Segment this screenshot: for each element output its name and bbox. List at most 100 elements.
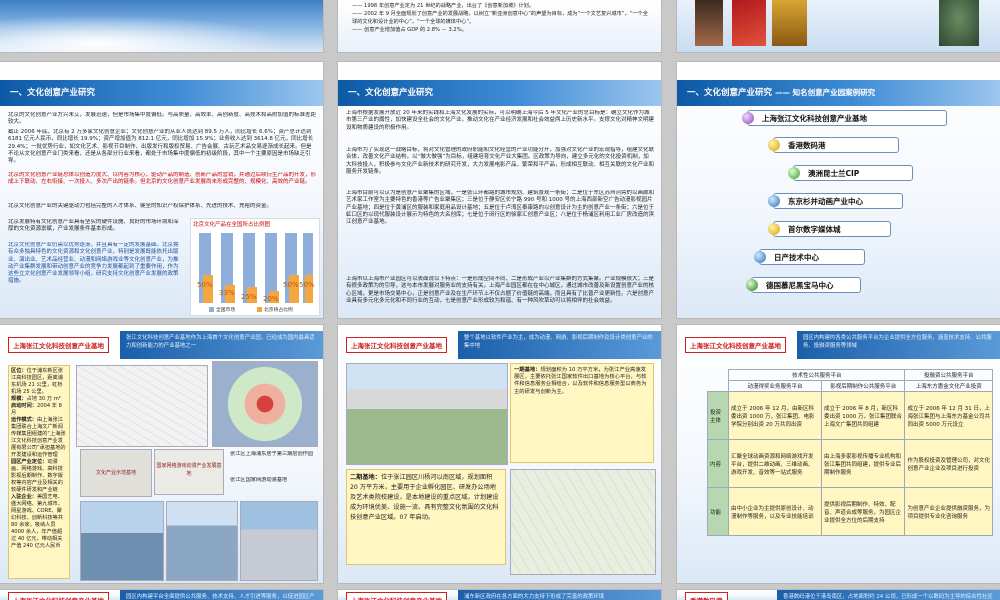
slide-subtitle: 整个基地以软件产业为主，成为动漫、网游、影视后期制作及设计类创意产业的集中地 — [458, 331, 661, 359]
bar-label-4: 20% — [263, 295, 279, 303]
slide-top-middle[interactable]: —— 1998 年创意产业定为 21 世纪的战略产业，出台了《创意新加坡》计划。… — [338, 0, 661, 52]
bar-label-1: 50% — [197, 281, 213, 289]
photo-building-mid — [166, 501, 238, 581]
bullet-location: 区位：位于浦东新区张江高科技园区，距离浦东机场 21 公里，虹桥机场 25 公里… — [11, 368, 63, 395]
table-row: 投资主体 成立于 2006 年 12 月，由新区科委出资 1000 万，张江集团… — [707, 391, 993, 440]
bar-pair-4: 20% — [263, 233, 279, 303]
bar-label-5: 50% — [283, 281, 299, 289]
photo-park-aerial — [346, 363, 508, 465]
slide-bottom-middle[interactable]: 上海张江文化科技创意产业基地 浦东新区政府在各方面的大力支持下形成了完善的政策环… — [338, 590, 661, 600]
bar-beijing-6 — [305, 275, 313, 303]
map-park-aerial — [212, 361, 318, 447]
table-cell: 作为股权投资及管理公司，对文化创意产业企业及项目进行投资 — [904, 439, 993, 488]
note-2: 张江区国家网游动漫基地 — [230, 477, 288, 483]
slide-case-list[interactable]: 一、文化创意产业研究 —— 知名创意产业园案例研究 上海张江文化科技创意产业基地… — [677, 62, 1000, 318]
slide-beijing-research[interactable]: 一、文化创意产业研究 北京的文化创意产业方兴未艾，发展迅速，但是市场集中度偏低。… — [0, 62, 323, 318]
slide-tag: 上海张江文化科技创意产业基地 — [346, 592, 447, 600]
case-item-zhangjiang[interactable]: 上海张江文化科技创意产业基地 — [742, 110, 947, 126]
platform-table: 技术性公共服务平台 投融资公共服务平台 动漫得奖业务服务平台 影视后期制作公共服… — [707, 369, 993, 536]
slide-tag: 上海张江文化科技创意产业基地 — [685, 337, 786, 353]
case-item-cyberport[interactable]: 香港数码港 — [768, 137, 899, 153]
case-item-seoul-dmc[interactable]: 首尔数字媒体城 — [768, 221, 891, 237]
sign-cultural-base: 文化产业示范基地 — [80, 449, 152, 497]
row-label: 投资主体 — [707, 391, 729, 440]
phase-2-box: 二期基地：位于张江园区川杨河以南区域，规划面积 20 万平方米，主要用于企业孵化… — [346, 469, 506, 565]
case-item-suginami-anime[interactable]: 东京杉并动画产业中心 — [768, 193, 903, 209]
bullet-list: 区位：位于浦东新区张江高科技园区，距离浦东机场 21 公里，虹桥机场 25 公里… — [8, 365, 70, 579]
table-cell: 成立于 2006 年 12 月 31 日，上海张江集团与上海东方基金公司共同出资… — [904, 391, 993, 440]
section-title-band: 一、文化创意产业研究 — [338, 80, 661, 106]
slide-subtitle: 园区内构建的各类公共服务平台为企业提供全方位服务，涵盖技术支持、公共服务、投融资… — [797, 331, 1000, 359]
phase-1-box: 一期基地：规划面积为 10 万平方米，为张江产业高速发展区，主要依托张江国家软件… — [510, 363, 654, 463]
beijing-paragraph-5: 北京发展特有文化创意产业具有坚实的硬件设施、良好的市场环境和深厚的文化资源禀赋，… — [8, 219, 179, 233]
bullet-icon — [768, 195, 780, 207]
header-finance-platform: 投融资公共服务平台 — [904, 369, 993, 381]
table-cell: 由上海多家影视传播专业机构和张江集团共同组建，提供专业后期制作服务 — [820, 439, 906, 488]
beijing-paragraph-4: 北京文化创意产业的关键驱动力包括完整的人才体系、健全的知识产权保护体系、先进的技… — [8, 203, 273, 209]
slide-subtitle: 香港数码港位于港岛南区，占地面积约 24 公顷，已形成一个以数码为主导的综合性社… — [777, 590, 1000, 600]
bullet-icon — [742, 112, 754, 124]
slide-zhangjiang-phases[interactable]: 上海张江文化科技创意产业基地 整个基地以软件产业为主，成为动漫、网游、影视后期制… — [338, 325, 661, 583]
bullet-mode: 运作模式：由上海张江集团联合上海文广新闻传媒集团组建的“上海张江文化科技创意产业… — [11, 417, 66, 458]
photo-people — [695, 0, 723, 46]
photo-building-left — [80, 501, 164, 581]
table-cell: 提供影视后期制作、特效、配音、声道合成等服务，为园区企业提供全方位的后期支持 — [820, 487, 906, 536]
top-middle-text: —— 1998 年创意产业定为 21 世纪的战略产业，出台了《创意新加坡》计划。… — [352, 3, 648, 33]
shanghai-paragraph-1: 上海市根据发展开放近 20 年来的实践和上海文化发展的实际，可以明确上海今后 5… — [346, 110, 654, 131]
table-row: 功能 由中小企业为主提供原创设计、动漫制作等服务，以及专业技能培训 提供影视后期… — [707, 487, 993, 536]
case-item-nissan-tech[interactable]: 日产技术中心 — [754, 249, 865, 265]
bar-beijing-1 — [203, 275, 213, 303]
cloud-background — [0, 10, 323, 52]
shanghai-paragraph-4: 上海市以上海市产业园区可以表面说以下特点：一是形成空间不同、二是形成产业以产业集… — [346, 276, 654, 304]
subheader-anim: 动漫得奖业务服务平台 — [728, 380, 822, 392]
slide-bottom-right[interactable]: 香港数码港 香港数码港位于港岛南区，占地面积约 24 公顷，已形成一个以数码为主… — [677, 590, 1000, 600]
bullet-start: 启动时间：2004 年 8 月 — [11, 403, 62, 416]
slide-zhangjiang-overview[interactable]: 上海张江文化科技创意产业基地 张江文化科技创意产业基地作为上海首个文化创意产业园… — [0, 325, 323, 583]
slide-tag: 香港数码港 — [685, 592, 728, 600]
bullet-icon — [768, 139, 780, 151]
chart-plot: 50% 33% 25% 20% 50% 50% — [197, 233, 315, 312]
table-cell: 为创意产业企业提供融资服务，为项目提供专业化咨询服务 — [904, 487, 993, 536]
photo-bronze-vessel — [939, 0, 979, 46]
header-tech-platform: 技术性公共服务平台 — [727, 369, 906, 381]
bar-pair-6: 50% — [299, 233, 315, 303]
section-title-band: 一、文化创意产业研究 —— 知名创意产业园案例研究 — [677, 80, 1000, 106]
subheader-fund: 上海东方惠金文化产业投资 — [904, 380, 993, 392]
bullet-icon — [768, 223, 780, 235]
band-subtitle: —— 知名创意产业园案例研究 — [774, 88, 876, 97]
beijing-paragraph-2: 截止 2006 年底，北京有 2 万多家文化创意企业；文化创意产业的从业人员达到… — [8, 129, 314, 165]
bar-pair-5: 50% — [283, 233, 299, 303]
case-item-bmw-welt[interactable]: 德国慕尼黑宝马中心 — [746, 277, 861, 293]
beijing-paragraph-1: 北京的文化创意产业方兴未艾，发展迅速，但是市场集中度偏低。与高质量、高效率、高创… — [8, 112, 316, 126]
table-row: 内容 汇聚全球动画资源和网络游戏开发平台，提供二维动画、三维动画、游戏开发、音效… — [707, 439, 993, 488]
photo-building-right — [240, 501, 318, 581]
table-corner — [708, 381, 729, 392]
bar-beijing-5 — [289, 275, 299, 303]
table-cell: 成立于 2006 年 8 月，新区科委出资 1000 万，张江集团联合上海文广集… — [820, 391, 906, 440]
note-1: 张江区上海浦东居于第三期层创作园 — [230, 451, 314, 457]
map-location — [76, 365, 208, 447]
subheader-post: 影视后期制作公共服务平台 — [820, 380, 906, 392]
row-label: 内容 — [707, 439, 729, 488]
table-header-row: 技术性公共服务平台 投融资公共服务平台 — [708, 369, 993, 381]
share-chart: 北京文化产品在全国所占比例图 50% 33% 25% 20% 50% 50% 全… — [190, 218, 320, 316]
slide-shanghai-research[interactable]: 一、文化创意产业研究 上海市根据发展开放近 20 年来的实践和上海文化发展的实际… — [338, 62, 661, 318]
slide-top-right[interactable] — [677, 0, 1000, 52]
slide-tag: 上海张江文化科技创意产业基地 — [346, 337, 447, 353]
slide-zhangjiang-platforms[interactable]: 上海张江文化科技创意产业基地 园区内构建的各类公共服务平台为企业提供全方位服务，… — [677, 325, 1000, 583]
slide-bottom-left[interactable]: 上海张江文化科技创意产业基地 园区内构建平台全面提供公共服务、技术支持、人才引进… — [0, 590, 323, 600]
table-corner — [708, 370, 729, 381]
beijing-paragraph-3: 北京的文化创意产业链总体以创造力度大、以内容为核心，驱动产品的制造、创新产品的营… — [8, 172, 316, 186]
legend-beijing: 北京将占比例 — [264, 308, 293, 313]
photo-golden-figure — [772, 0, 807, 46]
map-phase-2 — [510, 469, 656, 575]
table-cell: 由中小企业为主提供原创设计、动漫制作等服务，以及专业技能培训 — [728, 487, 822, 536]
slide-top-left[interactable] — [0, 0, 323, 52]
bullet-icon — [746, 279, 758, 291]
case-item-queensland-cip[interactable]: 澳洲昆士兰CIP — [788, 165, 913, 181]
bar-label-6: 50% — [299, 281, 315, 289]
legend-swatch-beijing — [257, 307, 262, 312]
bar-label-3: 25% — [241, 293, 257, 301]
bullet-icon — [754, 251, 766, 263]
shanghai-paragraph-3: 上海市目前可以认为是创意产业聚集的区域，一是张江环都路的城市规划、建筑景观一条街… — [346, 190, 654, 226]
